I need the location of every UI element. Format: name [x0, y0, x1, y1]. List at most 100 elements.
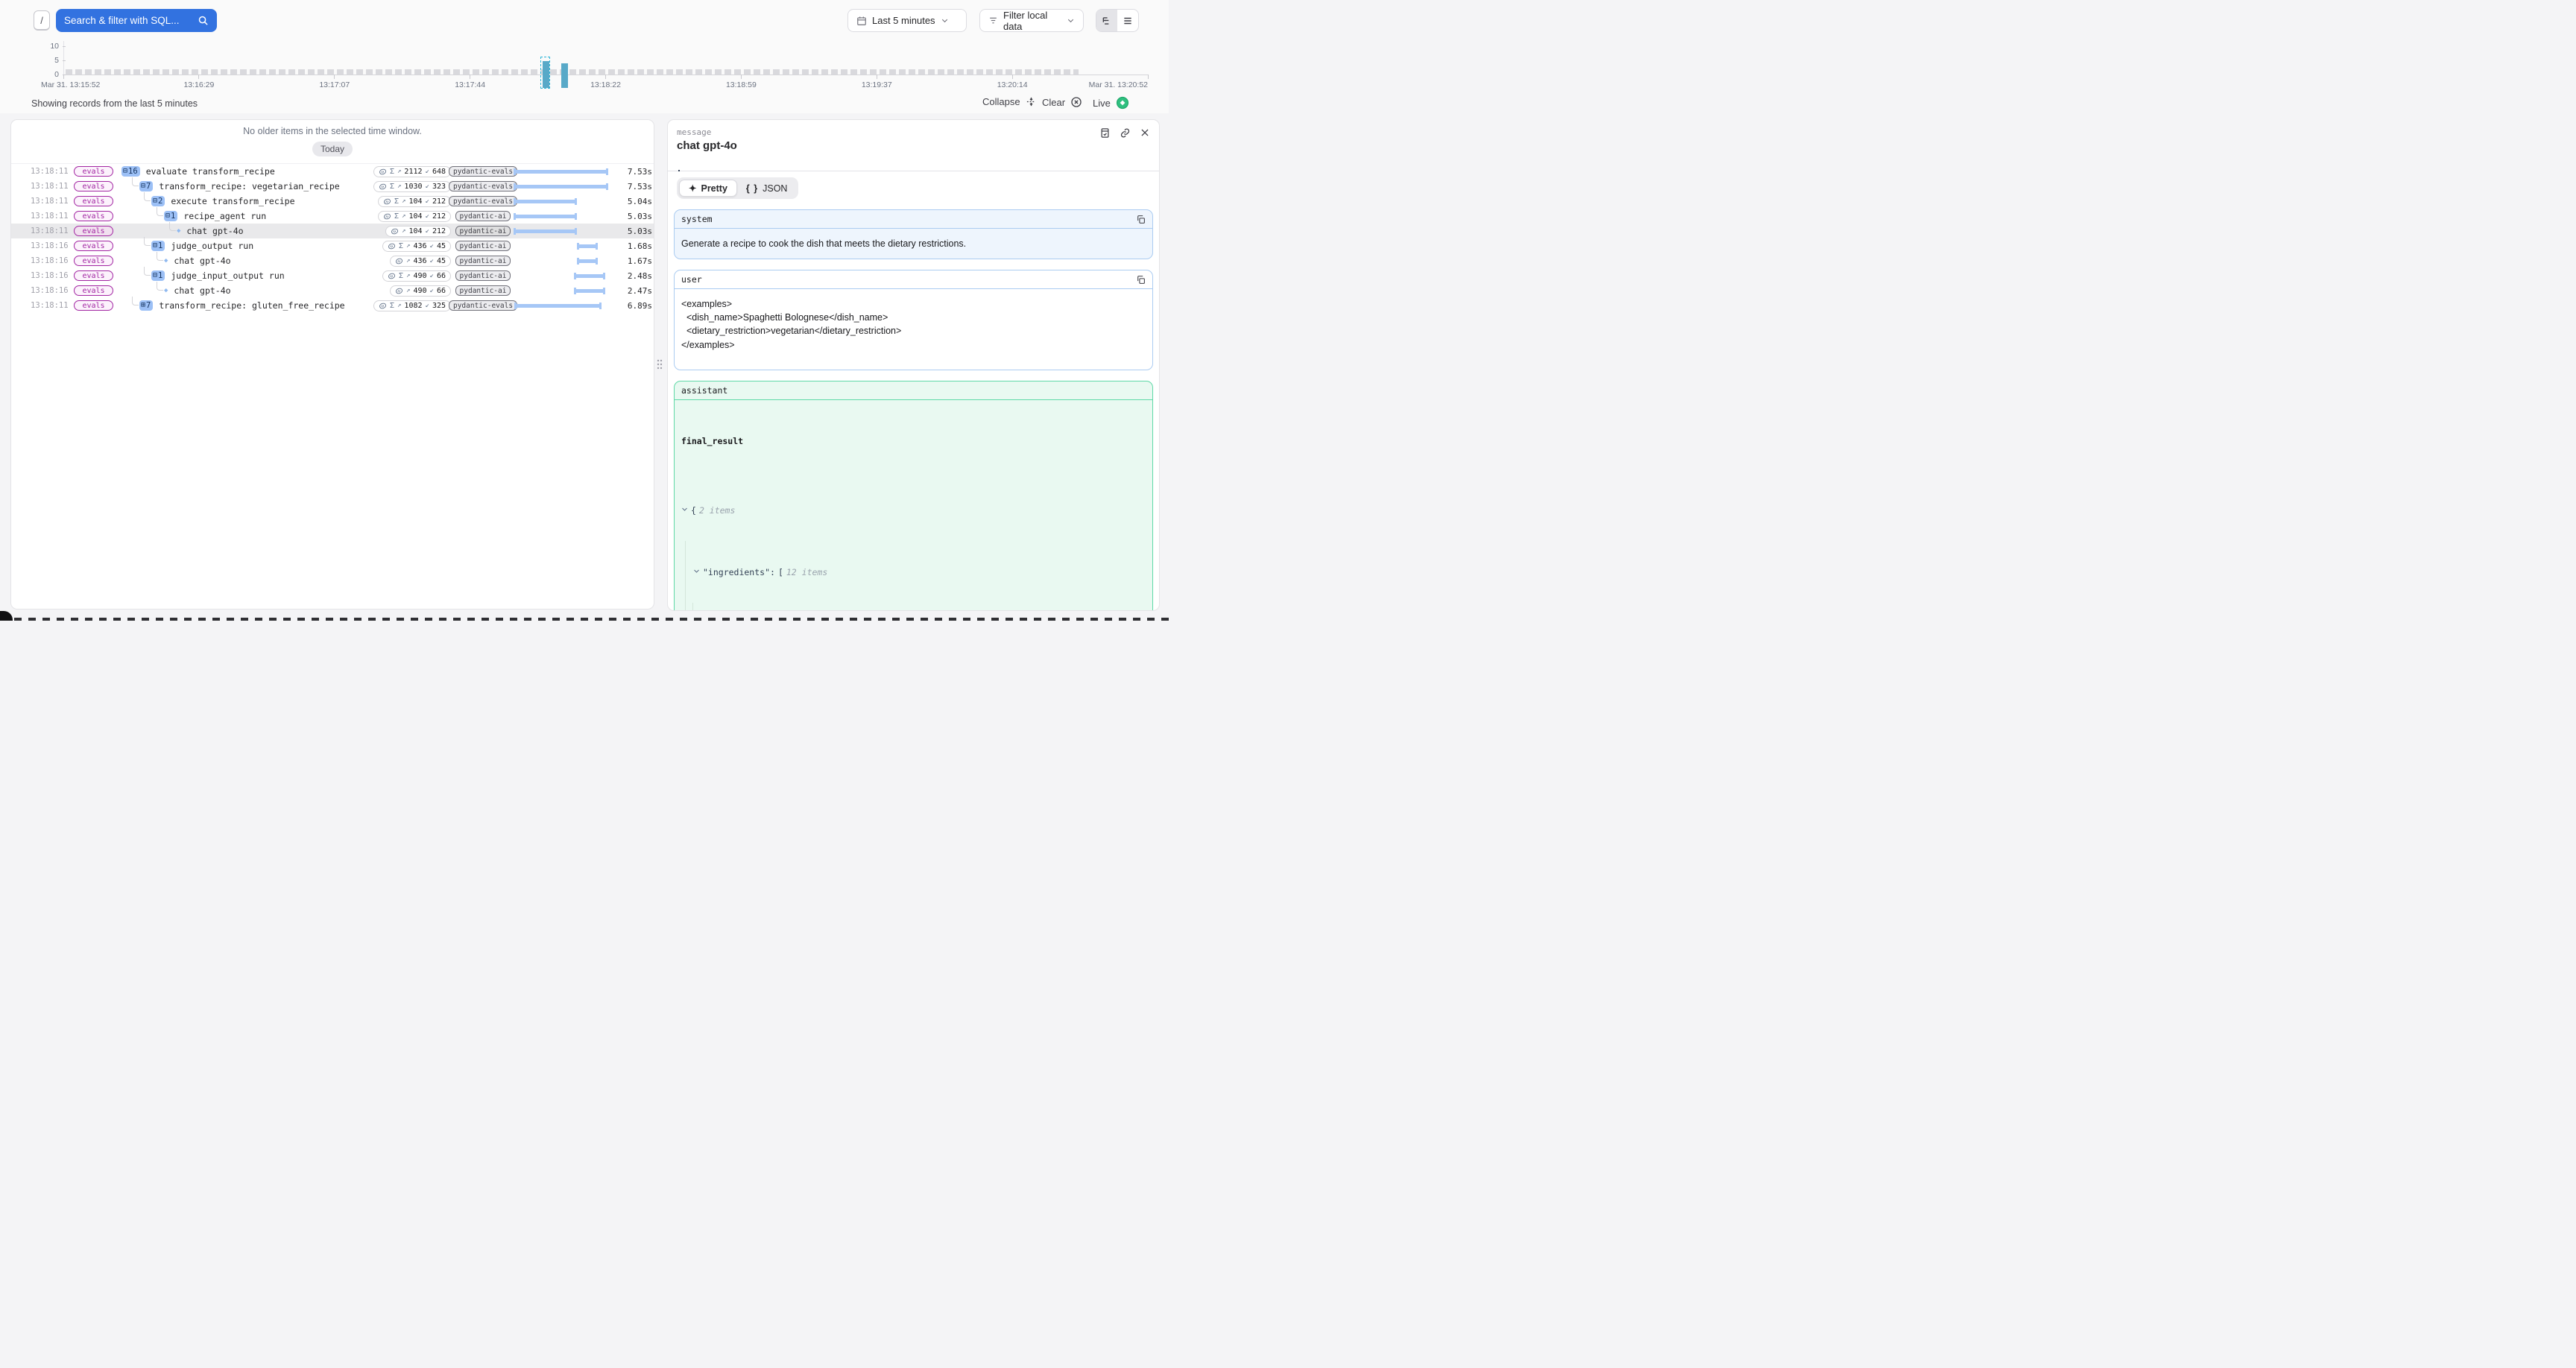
chevron-down-icon[interactable] — [681, 506, 688, 513]
tab[interactable] — [714, 162, 716, 171]
tree-elbow-connector — [157, 252, 163, 261]
filter-local-data-dropdown[interactable]: Filter local data — [979, 9, 1084, 32]
token-coin-icon — [388, 242, 396, 250]
duration-bar-track — [514, 198, 622, 205]
evals-badge[interactable]: evals — [74, 181, 113, 191]
evals-badge[interactable]: evals — [74, 300, 113, 311]
histogram-plot-area[interactable] — [63, 41, 1148, 75]
save-view-button[interactable] — [1099, 127, 1111, 139]
role-label: assistant — [681, 385, 727, 396]
package-tag-cell: pydantic-ai — [458, 285, 508, 296]
table-row[interactable]: 13:18:16 evals ⊟ 1 ◆ judge_input_output … — [11, 268, 654, 283]
row-timestamp: 13:18:11 — [31, 167, 65, 176]
tree-view-button[interactable] — [1096, 10, 1117, 31]
role-label: system — [681, 214, 713, 224]
evals-badge[interactable]: evals — [74, 256, 113, 266]
table-row[interactable]: 13:18:11 evals ⊟ 2 ◆ execute transform_r… — [11, 194, 654, 209]
collapse-toggle[interactable]: ⊞ 7 — [139, 300, 153, 311]
input-tokens: 436 — [413, 242, 426, 250]
evals-badge[interactable]: evals — [74, 241, 113, 251]
tab[interactable] — [696, 162, 698, 171]
clear-button[interactable]: Clear — [1042, 96, 1082, 108]
collapse-toggle-icon: ⊟ — [153, 197, 157, 205]
chevron-down-icon[interactable] — [693, 568, 700, 574]
close-panel-button[interactable] — [1140, 127, 1150, 139]
collapse-toggle-icon: ⊟ — [165, 212, 170, 220]
sigma-icon: Σ — [390, 168, 394, 176]
ingredients-list: 0: "200g spaghetti", 1: "2 tablespoons o… — [692, 603, 1146, 611]
system-message-text: Generate a recipe to cook the dish that … — [675, 229, 1152, 259]
evals-badge[interactable]: evals — [74, 270, 113, 281]
collapse-toggle[interactable]: ⊟ 1 — [164, 211, 177, 221]
duration-bar — [574, 274, 605, 278]
table-row[interactable]: 13:18:11 evals ⊟ 16 ◆ evaluate transform… — [11, 164, 654, 179]
collapse-toggle-icon: ⊟ — [141, 183, 145, 190]
tree-indent — [121, 179, 139, 194]
copy-link-button[interactable] — [1120, 127, 1131, 139]
input-tokens: 2112 — [404, 168, 422, 176]
histogram-bar[interactable] — [561, 63, 568, 88]
span-name[interactable]: chat gpt-4o — [186, 226, 385, 236]
package-tag-cell: pydantic-ai — [458, 256, 508, 266]
x-axis-tick-mark — [63, 75, 64, 79]
arrow-up-right-icon: ↗ — [397, 183, 401, 190]
span-name[interactable]: recipe_agent run — [183, 211, 378, 221]
json-toggle-button[interactable]: { } JSON — [737, 180, 797, 197]
evals-badge[interactable]: evals — [74, 285, 113, 296]
selected-bar-outline — [540, 57, 550, 89]
today-pill[interactable]: Today — [312, 142, 353, 156]
sigma-icon: Σ — [399, 272, 403, 280]
table-row[interactable]: 13:18:11 evals ◆ chat gpt-4o Σ ↗104 ↙212… — [11, 224, 654, 238]
row-timestamp: 13:18:11 — [31, 301, 65, 310]
span-name[interactable]: execute transform_recipe — [171, 196, 378, 206]
json-label: JSON — [763, 183, 787, 194]
collapse-toggle[interactable]: ⊟ 7 — [139, 181, 153, 191]
table-row[interactable]: 13:18:16 evals ◆ chat gpt-4o Σ ↗490 ↙66 … — [11, 283, 654, 298]
evals-badge[interactable]: evals — [74, 196, 113, 206]
table-row[interactable]: 13:18:11 evals ⊞ 7 ◆ transform_recipe: g… — [11, 298, 654, 313]
copy-button[interactable] — [1136, 275, 1146, 285]
row-timestamp: 13:18:11 — [31, 227, 65, 235]
trace-rows: 13:18:11 evals ⊟ 16 ◆ evaluate transform… — [11, 163, 654, 313]
panel-resize-handle[interactable] — [657, 358, 663, 370]
span-name[interactable]: transform_recipe: vegetarian_recipe — [159, 181, 373, 191]
span-name[interactable]: transform_recipe: gluten_free_recipe — [159, 300, 373, 311]
span-name[interactable]: chat gpt-4o — [174, 285, 390, 296]
sigma-icon: Σ — [394, 197, 399, 206]
list-view-button[interactable] — [1117, 10, 1138, 31]
table-row[interactable]: 13:18:11 evals ⊟ 1 ◆ recipe_agent run Σ … — [11, 209, 654, 224]
collapse-toggle[interactable]: ⊟ 16 — [121, 166, 140, 177]
tree-indent — [121, 209, 164, 224]
sigma-icon: Σ — [399, 242, 403, 250]
span-name[interactable]: chat gpt-4o — [174, 256, 390, 266]
tree-elbow-connector — [132, 177, 139, 186]
span-name[interactable]: judge_output run — [171, 241, 382, 251]
span-name[interactable]: judge_input_output run — [171, 270, 382, 281]
x-axis-tick-label: 13:17:44 — [455, 80, 485, 89]
live-toggle[interactable]: Live — [1093, 96, 1129, 110]
collapse-button[interactable]: Collapse — [982, 96, 1037, 107]
collapse-icon — [1026, 96, 1037, 107]
tree-indent — [121, 194, 151, 209]
duration-bar-track — [514, 228, 622, 235]
table-row[interactable]: 13:18:16 evals ⊟ 1 ◆ judge_output run Σ … — [11, 238, 654, 253]
collapse-toggle[interactable]: ⊟ 2 — [151, 196, 165, 206]
arrow-up-right-icon: ↗ — [402, 212, 405, 220]
search-input[interactable]: Search & filter with SQL... — [56, 9, 217, 32]
collapse-toggle[interactable]: ⊟ 1 — [151, 270, 165, 281]
evals-badge[interactable]: evals — [74, 166, 113, 177]
duration-bar-track — [514, 288, 622, 294]
table-row[interactable]: 13:18:11 evals ⊟ 7 ◆ transform_recipe: v… — [11, 179, 654, 194]
copy-button[interactable] — [1136, 215, 1146, 224]
array-bracket: [ — [778, 566, 783, 579]
collapse-toggle[interactable]: ⊟ 1 — [151, 241, 165, 251]
tab[interactable] — [678, 162, 680, 171]
evals-badge[interactable]: evals — [74, 226, 113, 236]
page-title: chat gpt-4o — [677, 139, 1150, 152]
span-name[interactable]: evaluate transform_recipe — [146, 166, 373, 177]
tree-elbow-connector — [144, 192, 151, 201]
pretty-toggle-button[interactable]: ✦ Pretty — [679, 180, 737, 197]
time-range-dropdown[interactable]: Last 5 minutes — [847, 9, 967, 32]
evals-badge[interactable]: evals — [74, 211, 113, 221]
table-row[interactable]: 13:18:16 evals ◆ chat gpt-4o Σ ↗436 ↙45 … — [11, 253, 654, 268]
